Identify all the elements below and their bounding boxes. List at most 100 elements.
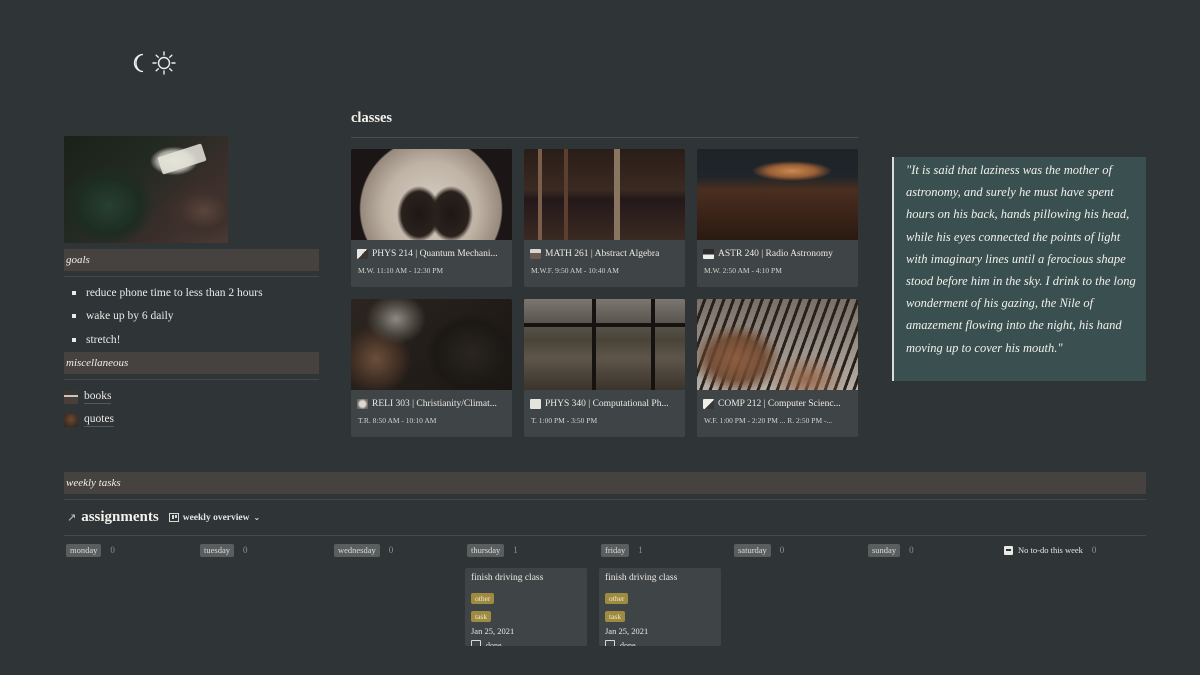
classes-section: classes PHYS 214 | Quantum Mechani... M.… <box>351 110 858 437</box>
class-name: ASTR 240 | Radio Astronomy <box>718 248 833 259</box>
sun-icon[interactable] <box>151 50 177 76</box>
bullet-icon <box>72 337 76 342</box>
class-cover-image <box>524 299 685 390</box>
class-card[interactable]: ASTR 240 | Radio Astronomy M.W. 2:50 AM … <box>697 149 858 287</box>
divider <box>351 137 858 138</box>
board-column-no-todo: No to-do this week 0 <box>1004 543 1144 557</box>
class-name: COMP 212 | Computer Scienc... <box>718 398 841 409</box>
class-cover-image <box>351 299 512 390</box>
class-name: PHYS 340 | Computational Ph... <box>545 398 669 409</box>
bullet-icon <box>72 314 76 319</box>
day-count: 1 <box>638 545 643 555</box>
class-cover-image <box>524 149 685 240</box>
no-todo-text: No to-do this week <box>1018 545 1083 555</box>
goal-item: stretch! <box>72 328 319 352</box>
page-icon <box>530 398 541 409</box>
done-label: done <box>486 640 502 647</box>
tag-other: other <box>605 593 629 604</box>
link-label[interactable]: books <box>84 390 112 404</box>
task-name: finish driving class <box>471 573 544 583</box>
bullet-icon <box>72 290 76 295</box>
board-column-tuesday: tuesday 0 <box>200 543 322 557</box>
task-card[interactable]: finish driving class other task Jan 25, … <box>465 568 587 646</box>
assignments-header: ↗ assignments weekly overview ⌄ <box>67 509 260 526</box>
view-selector[interactable]: weekly overview ⌄ <box>168 512 261 523</box>
class-cover-image <box>697 299 858 390</box>
chevron-down-icon: ⌄ <box>253 513 261 522</box>
day-count: 0 <box>388 545 394 555</box>
class-card[interactable]: MATH 261 | Abstract Algebra M.W.F. 9:50 … <box>524 149 685 287</box>
class-time: M.W.F. 9:50 AM - 10:40 AM <box>531 266 619 275</box>
day-tag: wednesday <box>334 543 380 557</box>
view-label: weekly overview <box>182 512 250 523</box>
quote-block: "It is said that laziness was the mother… <box>892 157 1146 381</box>
class-time: M.W. 11:10 AM - 12:30 PM <box>358 266 444 275</box>
sidebar: goals reduce phone time to less than 2 h… <box>64 136 319 432</box>
class-name: RELI 303 | Christianity/Climat... <box>372 398 497 409</box>
class-time: T. 1:00 PM - 3:50 PM <box>531 416 598 425</box>
divider <box>64 535 1146 536</box>
day-count: 1 <box>513 545 518 555</box>
board-column-wednesday: wednesday 0 <box>334 543 456 557</box>
goal-text: wake up by 6 daily <box>86 310 174 323</box>
no-todo-label: No to-do this week <box>1004 545 1083 555</box>
done-label: done <box>620 640 636 647</box>
cover-image <box>64 136 228 243</box>
assignments-title[interactable]: assignments <box>81 509 159 526</box>
moon-icon[interactable] <box>133 53 147 73</box>
page-icon <box>703 398 714 409</box>
board-column-sunday: sunday 0 <box>868 543 990 557</box>
day-tag: friday <box>601 543 630 557</box>
link-books[interactable]: books <box>64 386 319 409</box>
board-column-thursday: thursday 1 finish driving class other tas… <box>465 543 589 646</box>
class-cover-image <box>351 149 512 240</box>
inbox-icon <box>1004 545 1013 555</box>
link-quotes[interactable]: quotes <box>64 409 319 432</box>
page-icon <box>703 248 714 259</box>
link-label[interactable]: quotes <box>84 413 115 427</box>
class-time: M.W. 2:50 AM - 4:10 PM <box>704 266 782 275</box>
goal-text: reduce phone time to less than 2 hours <box>86 286 263 299</box>
books-thumbnail-icon <box>64 390 78 404</box>
divider <box>64 499 1146 500</box>
class-card[interactable]: RELI 303 | Christianity/Climat... T.R. 8… <box>351 299 512 437</box>
class-card[interactable]: PHYS 214 | Quantum Mechani... M.W. 11:10… <box>351 149 512 287</box>
day-count: 0 <box>1091 545 1097 555</box>
done-checkbox[interactable] <box>471 640 481 646</box>
class-card[interactable]: PHYS 340 | Computational Ph... T. 1:00 P… <box>524 299 685 437</box>
board-column-monday: monday 0 <box>66 543 188 557</box>
class-card[interactable]: COMP 212 | Computer Scienc... W.F. 1:00 … <box>697 299 858 437</box>
goal-item: wake up by 6 daily <box>72 305 319 329</box>
linked-arrow-icon: ↗ <box>67 511 77 524</box>
day-count: 0 <box>110 545 115 555</box>
day-tag: thursday <box>467 543 505 557</box>
day-count: 0 <box>909 545 914 555</box>
classes-gallery: PHYS 214 | Quantum Mechani... M.W. 11:10… <box>351 149 858 437</box>
misc-links: books quotes <box>64 386 319 432</box>
class-name: PHYS 214 | Quantum Mechani... <box>372 248 498 259</box>
tag-task: task <box>471 611 492 622</box>
board-view-icon <box>168 513 179 522</box>
class-time: T.R. 8:50 AM - 10:10 AM <box>358 416 437 425</box>
board-column-friday: friday 1 finish driving class other task … <box>599 543 723 646</box>
page-icon <box>357 398 368 409</box>
divider <box>64 276 319 277</box>
day-tag: monday <box>66 543 102 557</box>
goals-heading: goals <box>64 249 319 271</box>
task-date: Jan 25, 2021 <box>605 626 649 636</box>
tag-other: other <box>471 593 495 604</box>
task-name: finish driving class <box>605 573 678 583</box>
task-date: Jan 25, 2021 <box>471 626 515 636</box>
done-checkbox[interactable] <box>605 640 615 646</box>
board-column-saturday: saturday 0 <box>734 543 856 557</box>
day-tag: tuesday <box>200 543 234 557</box>
weekly-tasks-heading: weekly tasks <box>64 472 1146 494</box>
day-tag: sunday <box>868 543 901 557</box>
task-card[interactable]: finish driving class other task Jan 25, … <box>599 568 721 646</box>
theme-toggle <box>133 50 177 76</box>
day-count: 0 <box>242 545 248 555</box>
class-cover-image <box>697 149 858 240</box>
day-count: 0 <box>779 545 785 555</box>
tag-task: task <box>605 611 626 622</box>
class-name: MATH 261 | Abstract Algebra <box>545 248 660 259</box>
